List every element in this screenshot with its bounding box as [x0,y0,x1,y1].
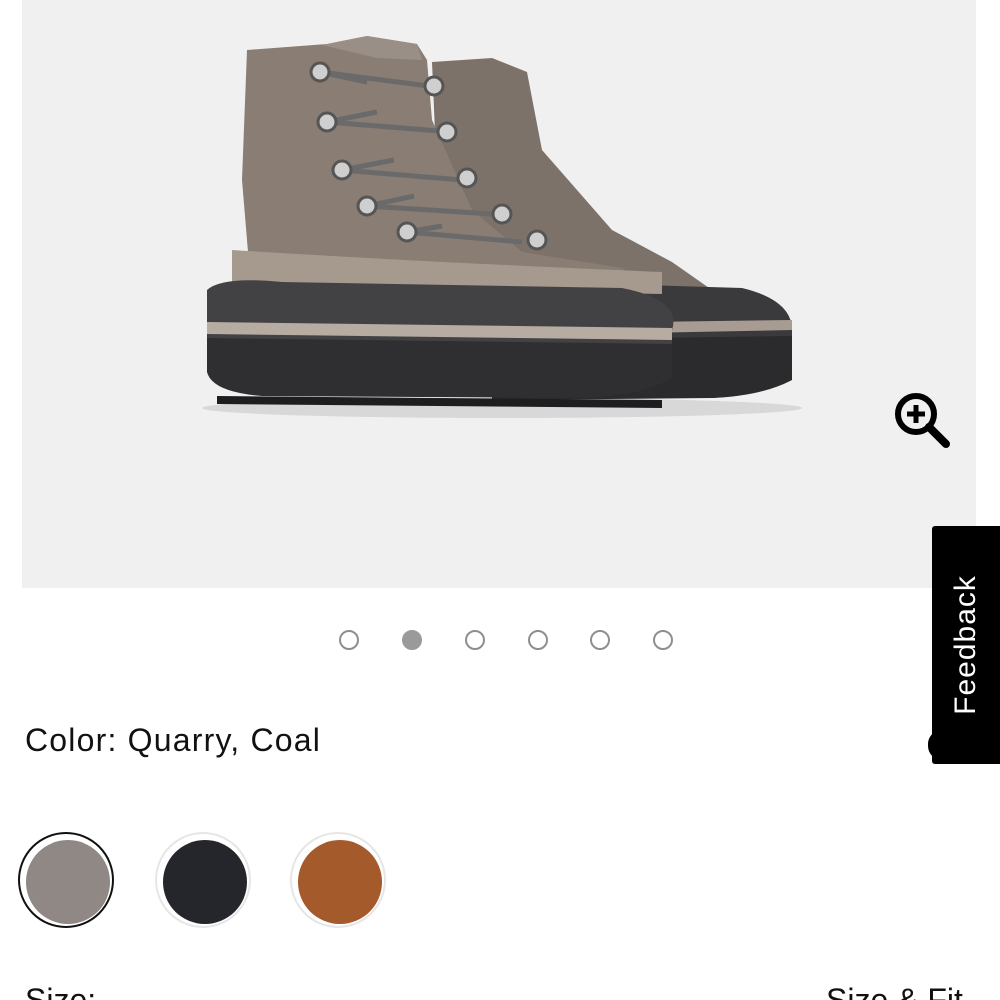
product-page: Feedback Color: Quarry, Coal Size: Size … [0,0,1000,1000]
product-image[interactable] [22,0,976,588]
color-selection-label: Color: Quarry, Coal [25,722,321,759]
feedback-tab[interactable]: Feedback [932,526,1000,764]
color-swatch-quarry[interactable] [18,832,114,928]
color-label: Color: [25,722,118,758]
carousel-dot-2[interactable] [402,630,422,650]
carousel-dot-3[interactable] [465,630,485,650]
carousel-dot-6[interactable] [653,630,673,650]
color-swatch-brown[interactable] [290,832,386,928]
size-label: Size: [25,982,97,1000]
swatch-fill [163,840,247,924]
zoom-in-icon[interactable] [890,388,954,452]
boot-image [202,36,802,418]
swatch-fill [26,840,110,924]
carousel-dots [0,628,1000,656]
size-and-fit-link[interactable]: Size & Fit [826,982,963,1000]
color-value: Quarry, Coal [127,722,322,758]
swatch-fill [298,840,382,924]
carousel-dot-4[interactable] [528,630,548,650]
feedback-label: Feedback [949,575,982,715]
color-swatch-black[interactable] [155,832,251,928]
carousel-dot-1[interactable] [339,630,359,650]
carousel-dot-5[interactable] [590,630,610,650]
